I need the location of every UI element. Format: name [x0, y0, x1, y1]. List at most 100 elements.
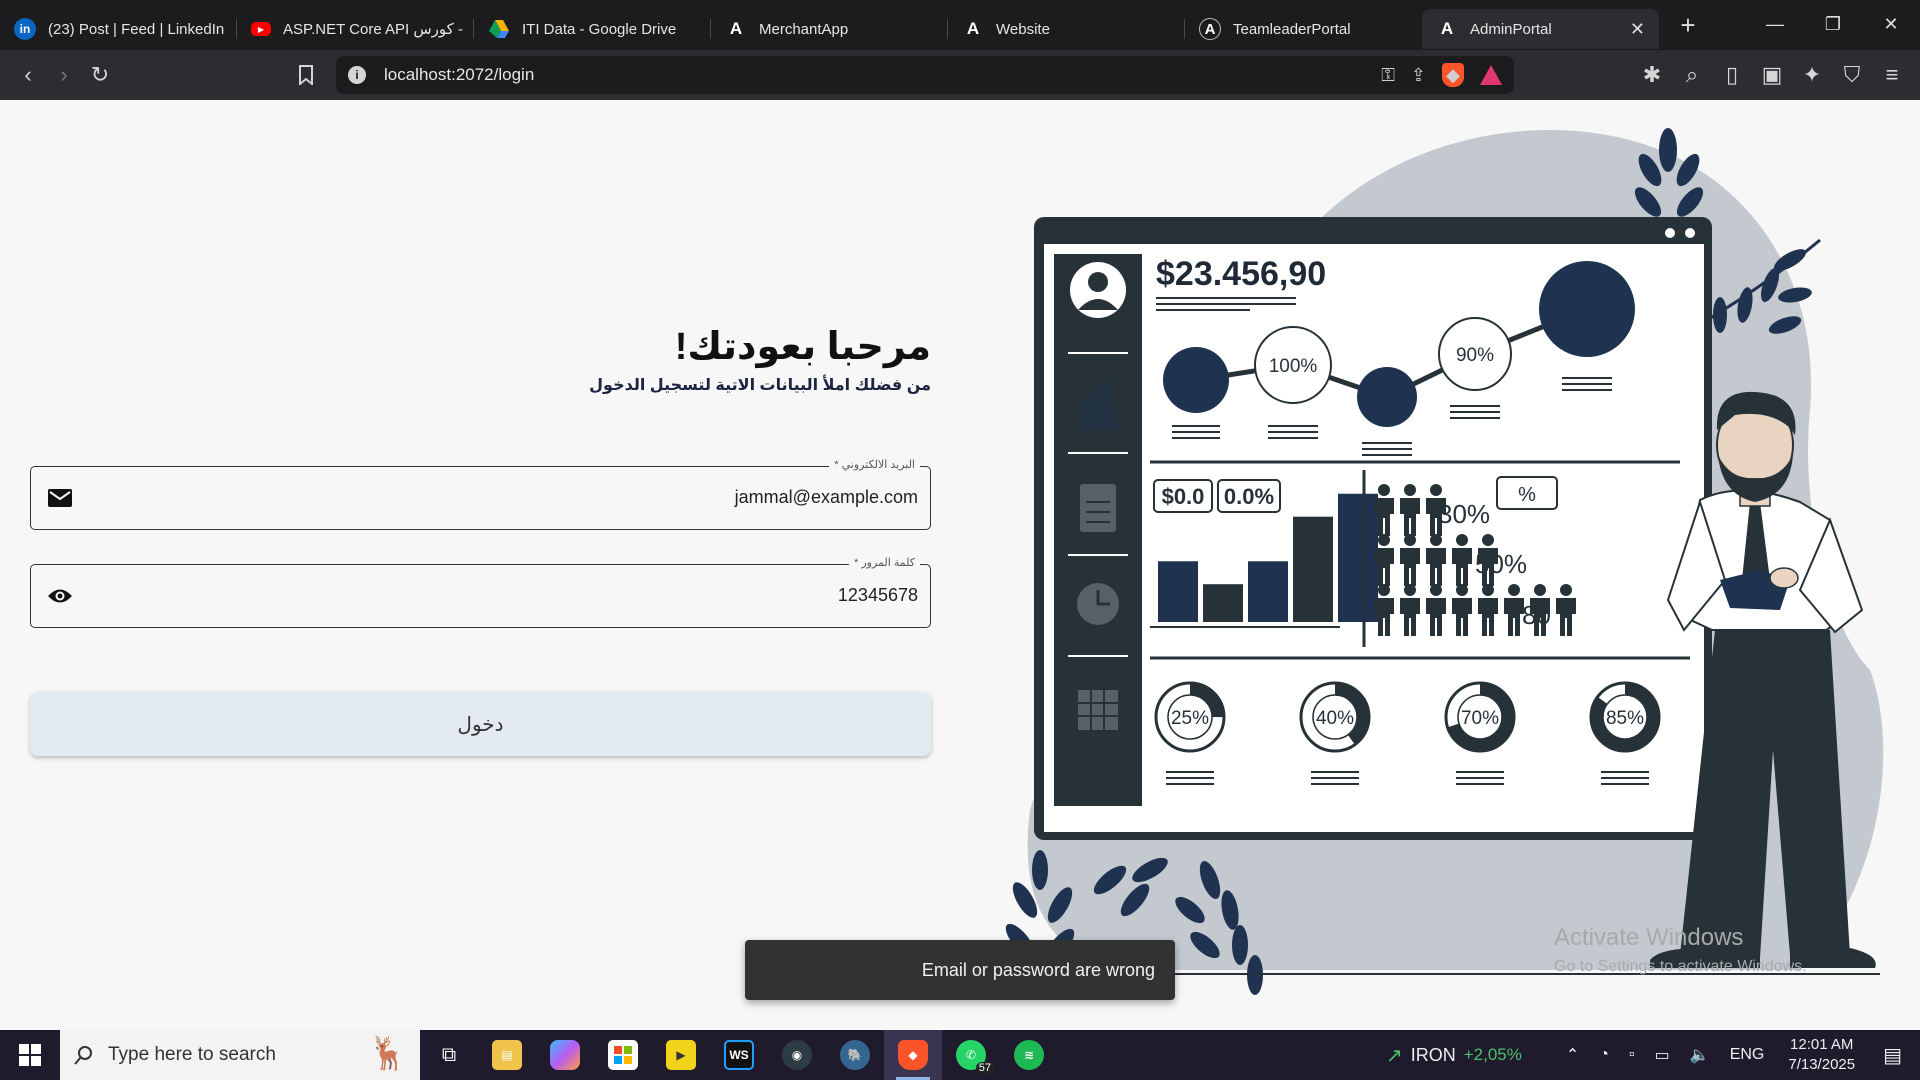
spotify-icon[interactable]: ≋: [1000, 1030, 1058, 1080]
password-label: كلمة المرور *: [849, 556, 920, 569]
postgresql-icon[interactable]: 🐘: [826, 1030, 884, 1080]
key-icon[interactable]: ⚿: [1381, 65, 1395, 86]
email-field[interactable]: البريد الالكتروني * jammal@example.com: [30, 458, 931, 530]
url-text[interactable]: localhost:2072/login: [384, 65, 534, 85]
system-tray: ↗ IRON +2,05% ⌃ ◔ ▫ ▭ 🔈 ENG 12:01 AM 7/1…: [1386, 1030, 1920, 1080]
chevron-up-icon[interactable]: ⌃: [1566, 1045, 1579, 1065]
angular-icon: A: [966, 19, 980, 38]
tab-title: (23) Post | Feed | LinkedIn: [48, 20, 225, 38]
whatsapp-icon[interactable]: ✆ 57: [942, 1030, 1000, 1080]
bookmark-icon[interactable]: [288, 57, 324, 93]
bar: [1293, 516, 1333, 622]
battery-icon[interactable]: ▭: [1655, 1045, 1670, 1065]
close-tab-icon[interactable]: ✕: [1630, 19, 1645, 40]
microsoft-store-icon[interactable]: [594, 1030, 652, 1080]
notifications-icon[interactable]: ▤: [1883, 1043, 1902, 1068]
file-explorer-icon[interactable]: ▤: [478, 1030, 536, 1080]
address-bar[interactable]: i localhost:2072/login ⚿ ⇪ ◆: [336, 56, 1514, 94]
pgadmin-icon[interactable]: ◉: [768, 1030, 826, 1080]
email-label: البريد الالكتروني *: [829, 458, 920, 471]
login-button[interactable]: دخول: [30, 692, 931, 756]
tab-title: ITI Data - Google Drive: [522, 20, 677, 38]
search-placeholder[interactable]: Type here to search: [108, 1044, 276, 1066]
people-stat-label: 50%: [1475, 549, 1527, 579]
menu-icon[interactable]: ≡: [1874, 57, 1910, 93]
eye-icon[interactable]: [47, 583, 73, 609]
reload-button[interactable]: ↻: [82, 57, 118, 93]
donut-label: 85%: [1606, 708, 1644, 729]
reader-icon[interactable]: ⌕: [1674, 57, 1710, 93]
bar: [1203, 584, 1243, 622]
taskbar-search[interactable]: Type here to search 🦌: [60, 1030, 420, 1080]
share-icon[interactable]: ⇪: [1411, 65, 1426, 86]
wifi-icon[interactable]: ◔: [1599, 1046, 1609, 1064]
donut-label: 25%: [1171, 708, 1209, 729]
windows-taskbar: Type here to search 🦌 ⧉ ▤ ▶ WS ◉ 🐘 ◆ ✆ 57…: [0, 1030, 1920, 1080]
stock-widget[interactable]: ↗ IRON +2,05%: [1386, 1043, 1522, 1068]
minimize-button[interactable]: —: [1746, 0, 1804, 48]
meet-now-icon[interactable]: ▫: [1629, 1046, 1635, 1064]
tab-website[interactable]: A Website: [948, 9, 1185, 49]
trend-up-icon: ↗: [1385, 1044, 1403, 1067]
people-stat-label: 80: [1522, 600, 1551, 630]
clock-date: 7/13/2025: [1788, 1056, 1856, 1073]
new-tab-button[interactable]: +: [1673, 10, 1703, 41]
tab-teamleaderportal[interactable]: A TeamleaderPortal: [1185, 9, 1422, 49]
site-info-icon[interactable]: i: [348, 66, 366, 84]
activate-windows-watermark: Activate Windows Go to Settings to activ…: [1554, 924, 1807, 976]
page-subtitle: من فضلك املأ البيانات الاتية لتسجيل الدخ…: [589, 377, 931, 394]
angular-icon: A: [729, 19, 743, 38]
leo-ai-icon[interactable]: ✦: [1794, 57, 1830, 93]
login-page: مرحبا بعودتك! من فضلك املأ البيانات الات…: [0, 100, 1920, 1030]
brave-browser-icon[interactable]: ◆: [884, 1030, 942, 1080]
sidebar-icon[interactable]: ▯: [1714, 57, 1750, 93]
tab-merchantapp[interactable]: A MerchantApp: [711, 9, 948, 49]
stock-change: +2,05%: [1463, 1045, 1522, 1064]
tab-title: AdminPortal: [1470, 20, 1552, 38]
restore-button[interactable]: ❐: [1804, 0, 1862, 48]
mail-icon: [47, 485, 73, 511]
back-button[interactable]: ‹: [10, 57, 46, 93]
donut-label: 70%: [1461, 708, 1499, 729]
clock[interactable]: 12:01 AM 7/13/2025: [1788, 1035, 1855, 1075]
timeline-label: 100%: [1269, 356, 1318, 377]
wallet-icon[interactable]: ▣: [1754, 57, 1790, 93]
stock-name: IRON: [1410, 1044, 1456, 1065]
youtube-icon: ▶: [251, 22, 271, 36]
donut-label: 40%: [1316, 708, 1354, 729]
brave-shields-icon[interactable]: ◆: [1442, 63, 1464, 87]
language-indicator[interactable]: ENG: [1730, 1046, 1765, 1064]
password-input[interactable]: 12345678: [838, 585, 918, 606]
bar: [1338, 493, 1378, 622]
tab-linkedin[interactable]: in (23) Post | Feed | LinkedIn: [0, 9, 237, 49]
close-window-button[interactable]: ✕: [1862, 0, 1920, 48]
forward-button[interactable]: ›: [46, 57, 82, 93]
watermark-title: Activate Windows: [1554, 924, 1744, 951]
volume-icon[interactable]: 🔈: [1690, 1045, 1710, 1065]
bar: [1158, 561, 1198, 622]
browser-toolbar: ‹ › ↻ i localhost:2072/login ⚿ ⇪ ◆ ✱ ⌕ ▯…: [0, 50, 1920, 100]
vpn-icon[interactable]: ⛉: [1834, 57, 1870, 93]
task-view-icon[interactable]: ⧉: [420, 1030, 478, 1080]
start-button[interactable]: [0, 1030, 60, 1080]
media-player-icon[interactable]: ▶: [652, 1030, 710, 1080]
search-icon: [74, 1046, 92, 1065]
copilot-icon[interactable]: [536, 1030, 594, 1080]
tab-youtube[interactable]: ▶ ASP.NET Core API كورس -: [237, 9, 474, 49]
bar: [1248, 561, 1288, 622]
stat-box-percent: 0.0%: [1224, 484, 1274, 509]
error-toast: Email or password are wrong: [745, 940, 1175, 1000]
angular-icon: A: [1440, 19, 1454, 38]
whatsapp-badge: 57: [975, 1062, 994, 1074]
brave-rewards-icon[interactable]: [1480, 65, 1502, 85]
tab-google-drive[interactable]: ITI Data - Google Drive: [474, 9, 711, 49]
tab-title: MerchantApp: [759, 20, 849, 38]
password-field[interactable]: كلمة المرور * 12345678: [30, 556, 931, 628]
webstorm-icon[interactable]: WS: [710, 1030, 768, 1080]
extensions-icon[interactable]: ✱: [1634, 57, 1670, 93]
email-input[interactable]: jammal@example.com: [735, 487, 918, 508]
google-drive-icon: [488, 18, 510, 40]
deer-widget-icon: 🦌: [368, 1035, 408, 1071]
tab-adminportal[interactable]: A AdminPortal ✕: [1422, 9, 1659, 49]
watermark-subtitle: Go to Settings to activate Windows.: [1554, 958, 1807, 975]
